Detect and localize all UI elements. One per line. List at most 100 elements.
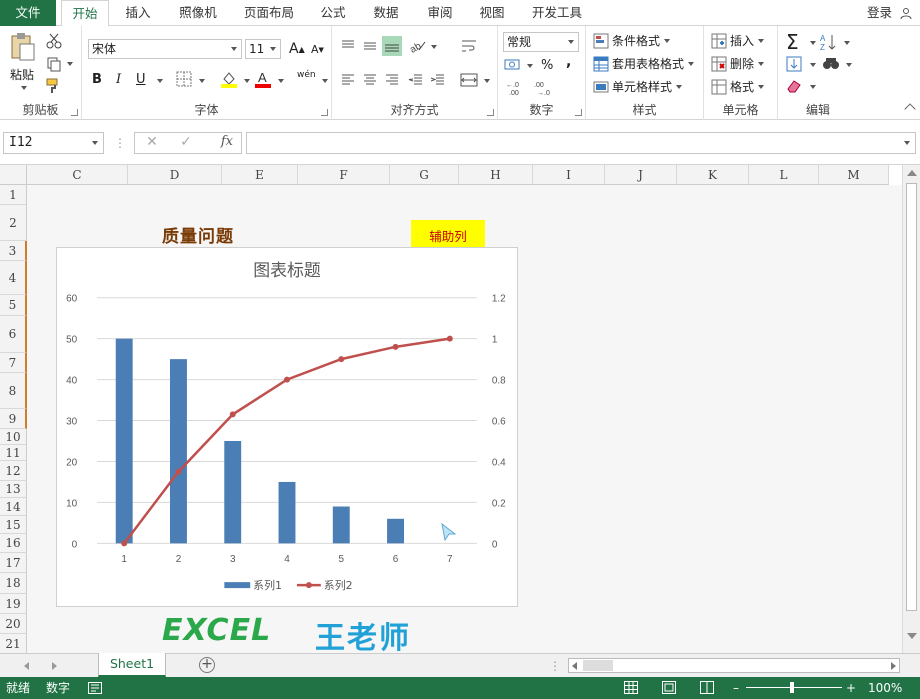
column-header-G[interactable]: G — [390, 165, 459, 185]
user-icon[interactable] — [900, 7, 912, 19]
phonetic-dropdown-icon[interactable] — [322, 79, 328, 83]
row-header-9[interactable]: 9 — [0, 409, 27, 429]
cell-styles-button[interactable]: 单元格样式 — [593, 78, 683, 95]
scroll-up-icon[interactable] — [907, 170, 917, 176]
column-header-F[interactable]: F — [298, 165, 390, 185]
zoom-out-icon[interactable]: – — [733, 677, 739, 699]
row-header-19[interactable]: 19 — [0, 594, 27, 614]
format-cells-button[interactable]: 格式 — [711, 78, 765, 95]
tab-insert[interactable]: 插入 — [115, 0, 161, 26]
row-header-7[interactable]: 7 — [0, 353, 27, 373]
find-select-icon[interactable] — [822, 56, 840, 72]
format-as-table-button[interactable]: 套用表格格式 — [593, 55, 695, 72]
decrease-indent-icon[interactable] — [408, 72, 424, 88]
column-header-K[interactable]: K — [677, 165, 749, 185]
column-header-D[interactable]: D — [128, 165, 222, 185]
row-header-20[interactable]: 20 — [0, 614, 27, 634]
name-box[interactable]: I12 — [3, 132, 104, 154]
decrease-decimal-icon[interactable]: .00→.0 — [534, 80, 556, 96]
cancel-icon[interactable]: ✕ — [137, 134, 167, 150]
scroll-right-icon[interactable] — [891, 662, 896, 670]
paste-icon[interactable] — [10, 32, 36, 62]
autosum-dropdown-icon[interactable] — [810, 41, 816, 45]
orientation-dropdown-icon[interactable] — [431, 45, 437, 49]
clear-dropdown-icon[interactable] — [810, 85, 816, 89]
tab-view[interactable]: 视图 — [470, 0, 514, 26]
scroll-left-icon[interactable] — [572, 662, 577, 670]
insert-function-icon[interactable]: fx — [221, 134, 233, 149]
border-dropdown-icon[interactable] — [199, 79, 205, 83]
row-header-11[interactable]: 11 — [0, 445, 27, 461]
row-header-21[interactable]: 21 — [0, 634, 27, 653]
row-header-18[interactable]: 18 — [0, 573, 27, 594]
row-header-4[interactable]: 4 — [0, 261, 27, 295]
row-header-16[interactable]: 16 — [0, 534, 27, 553]
tab-review[interactable]: 审阅 — [418, 0, 462, 26]
vertical-scrollbar[interactable] — [902, 165, 920, 653]
font-color-dropdown-icon[interactable] — [278, 79, 284, 83]
delete-cells-button[interactable]: 删除 — [711, 55, 765, 72]
fill-color-dropdown-icon[interactable] — [244, 79, 250, 83]
merge-dropdown-icon[interactable] — [484, 79, 490, 83]
align-bottom-icon[interactable] — [382, 36, 402, 56]
tab-formulas[interactable]: 公式 — [312, 0, 354, 26]
prev-sheet-icon[interactable] — [24, 662, 29, 670]
merge-center-icon[interactable] — [460, 72, 478, 88]
title-cell[interactable]: 质量问题 — [162, 222, 234, 247]
find-select-dropdown-icon[interactable] — [846, 63, 852, 67]
autosum-icon[interactable]: Σ — [786, 30, 799, 54]
font-name-select[interactable]: 宋体 — [88, 39, 242, 59]
row-header-12[interactable]: 12 — [0, 461, 27, 481]
tab-file[interactable]: 文件 — [0, 0, 56, 26]
zoom-level[interactable]: 100% — [868, 677, 902, 699]
row-header-15[interactable]: 15 — [0, 516, 27, 534]
align-top-icon[interactable] — [340, 38, 356, 54]
chart[interactable]: 图表标题 0 10 20 30 40 50 60 0 0.2 0.4 0.6 0.8 1 1.2 1 2 3 4 5 6… — [56, 247, 518, 607]
number-format-select[interactable]: 常规 — [503, 32, 579, 52]
font-launcher-icon[interactable] — [321, 109, 328, 116]
normal-view-icon[interactable] — [624, 681, 638, 694]
paste-dropdown-icon[interactable] — [21, 86, 27, 90]
vertical-scroll-thumb[interactable] — [906, 183, 917, 611]
column-header-E[interactable]: E — [222, 165, 298, 185]
fill-dropdown-icon[interactable] — [810, 63, 816, 67]
tab-developer[interactable]: 开发工具 — [524, 0, 590, 26]
number-launcher-icon[interactable] — [575, 109, 582, 116]
clear-icon[interactable] — [786, 79, 802, 93]
row-header-5[interactable]: 5 — [0, 295, 27, 316]
enter-icon[interactable]: ✓ — [171, 134, 201, 150]
fill-icon[interactable] — [786, 56, 802, 72]
conditional-format-button[interactable]: 条件格式 — [593, 32, 671, 49]
helper-cell[interactable]: 辅助列 — [411, 220, 485, 247]
sheet-tab[interactable]: Sheet1 — [98, 653, 166, 677]
column-header-L[interactable]: L — [749, 165, 819, 185]
increase-decimal-icon[interactable]: ←.0.00 — [506, 80, 528, 96]
zoom-slider[interactable] — [746, 687, 842, 688]
percent-button[interactable]: % — [541, 58, 553, 73]
clipboard-launcher-icon[interactable] — [71, 109, 78, 116]
select-all-corner[interactable] — [0, 165, 27, 185]
fill-color-icon[interactable] — [220, 70, 238, 88]
orientation-icon[interactable]: ab — [409, 38, 427, 54]
column-header-C[interactable]: C — [27, 165, 128, 185]
decrease-font-icon[interactable]: A ▼ — [311, 43, 324, 56]
collapse-ribbon-icon[interactable] — [904, 103, 916, 115]
currency-dropdown-icon[interactable] — [527, 64, 533, 68]
sort-filter-dropdown-icon[interactable] — [844, 41, 850, 45]
add-sheet-icon[interactable]: + — [199, 657, 215, 673]
column-header-J[interactable]: J — [605, 165, 677, 185]
border-icon[interactable] — [176, 71, 192, 87]
copy-icon[interactable] — [46, 56, 62, 72]
row-header-1[interactable]: 1 — [0, 185, 27, 205]
cells-area[interactable]: 质量问题 辅助列 图表标题 0 10 20 30 40 50 60 0 0.2 0.4 0.6 0.8 1… — [27, 185, 902, 653]
italic-button[interactable]: I — [116, 72, 121, 87]
row-header-6[interactable]: 6 — [0, 316, 27, 353]
align-center-icon[interactable] — [362, 72, 378, 88]
zoom-slider-thumb[interactable] — [790, 682, 794, 693]
comma-button[interactable]: , — [566, 54, 571, 70]
scroll-down-icon[interactable] — [907, 633, 917, 639]
horizontal-scrollbar[interactable] — [568, 658, 900, 673]
insert-cells-button[interactable]: 插入 — [711, 32, 765, 49]
row-header-10[interactable]: 10 — [0, 429, 27, 445]
font-color-icon[interactable]: A — [254, 70, 272, 88]
